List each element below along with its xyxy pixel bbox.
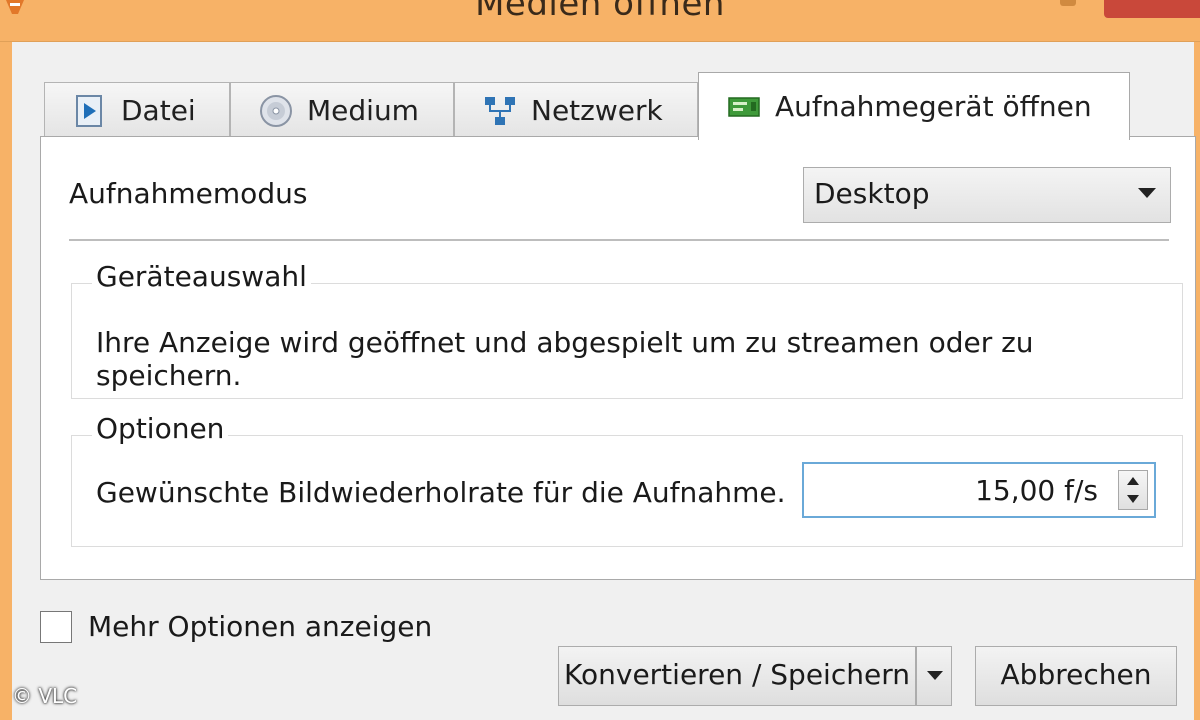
arrow-down-icon[interactable] bbox=[1127, 495, 1139, 503]
titlebar-app-icon bbox=[1060, 0, 1076, 6]
network-icon bbox=[485, 96, 515, 125]
convert-save-button[interactable]: Konvertieren / Speichern bbox=[558, 646, 916, 706]
capture-panel: Aufnahmemodus Desktop Geräteauswahl Ihre… bbox=[40, 136, 1196, 580]
tab-datei[interactable]: Datei bbox=[44, 82, 230, 138]
disc-icon bbox=[260, 94, 292, 127]
framerate-label: Gewünschte Bildwiederholrate für die Auf… bbox=[96, 476, 786, 509]
capture-mode-value: Desktop bbox=[814, 177, 930, 210]
chevron-down-icon bbox=[927, 671, 943, 680]
cancel-button[interactable]: Abbrechen bbox=[975, 646, 1177, 706]
capture-card-icon bbox=[728, 96, 760, 117]
copyright-watermark: © VLC bbox=[12, 684, 78, 708]
tab-aufnahmegeraet-label: Aufnahmegerät öffnen bbox=[775, 90, 1092, 123]
title-bar: Medien öffnen bbox=[0, 0, 1200, 42]
tab-netzwerk[interactable]: Netzwerk bbox=[454, 82, 698, 138]
tab-netzwerk-label: Netzwerk bbox=[531, 94, 663, 127]
capture-mode-select[interactable]: Desktop bbox=[803, 167, 1171, 223]
capture-mode-label: Aufnahmemodus bbox=[69, 177, 308, 210]
convert-dropdown-button[interactable] bbox=[916, 646, 952, 706]
more-options-label[interactable]: Mehr Optionen anzeigen bbox=[88, 610, 432, 643]
options-legend: Optionen bbox=[92, 412, 229, 445]
window-title: Medien öffnen bbox=[475, 0, 725, 24]
options-group: Optionen Gewünschte Bildwiederholrate fü… bbox=[71, 412, 1183, 547]
tab-medium-label: Medium bbox=[307, 94, 419, 127]
device-selection-legend: Geräteauswahl bbox=[92, 260, 311, 293]
tab-datei-label: Datei bbox=[121, 94, 196, 127]
framerate-value: 15,00 f/s bbox=[975, 474, 1098, 507]
window-border-left bbox=[0, 42, 12, 720]
close-button[interactable] bbox=[1104, 0, 1200, 18]
device-selection-description: Ihre Anzeige wird geöffnet und abgespiel… bbox=[96, 326, 1034, 392]
tab-medium[interactable]: Medium bbox=[230, 82, 454, 138]
framerate-stepper[interactable] bbox=[1118, 470, 1148, 510]
chevron-down-icon bbox=[1138, 188, 1156, 198]
tab-aufnahmegeraet[interactable]: Aufnahmegerät öffnen bbox=[698, 72, 1130, 140]
framerate-spinbox[interactable]: 15,00 f/s bbox=[802, 462, 1156, 518]
arrow-up-icon[interactable] bbox=[1127, 477, 1139, 485]
divider bbox=[69, 239, 1169, 241]
device-selection-group: Geräteauswahl Ihre Anzeige wird geöffnet… bbox=[71, 260, 1183, 399]
play-file-icon bbox=[76, 94, 102, 127]
more-options-checkbox[interactable] bbox=[40, 611, 72, 643]
